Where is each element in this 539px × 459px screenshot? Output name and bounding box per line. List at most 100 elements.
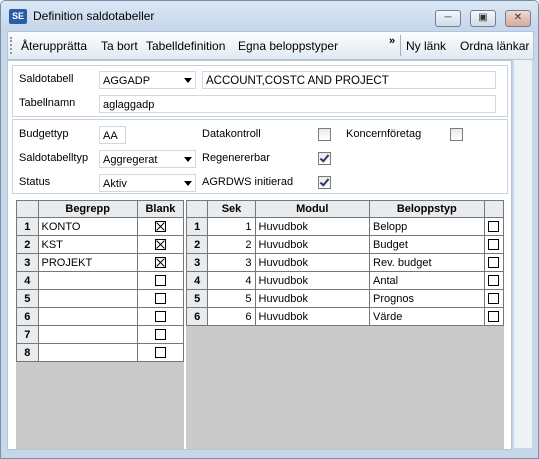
begrepp-cell[interactable]: KST: [37, 235, 138, 254]
blank-cell[interactable]: [136, 325, 185, 344]
begrepp-cell[interactable]: [37, 271, 138, 290]
check-cell[interactable]: [483, 235, 505, 254]
toolbar-grip[interactable]: [10, 37, 15, 54]
modul-cell[interactable]: Huvudbok: [254, 271, 371, 290]
table-row[interactable]: 6: [16, 307, 185, 326]
modul-cell[interactable]: Huvudbok: [254, 289, 371, 308]
row-number[interactable]: 8: [16, 343, 39, 362]
maximize-button[interactable]: ▣: [470, 10, 496, 27]
restore-button[interactable]: Återupprätta: [21, 39, 87, 53]
blank-checkbox[interactable]: [154, 221, 166, 233]
table-row[interactable]: 5 5 Huvudbok Prognos: [185, 289, 505, 308]
agrdws-checkbox[interactable]: [318, 176, 331, 189]
blank-checkbox[interactable]: [154, 329, 166, 341]
begrepp-cell[interactable]: [37, 307, 138, 326]
check-cell[interactable]: [483, 307, 505, 326]
blank-cell[interactable]: [136, 343, 185, 362]
row-number[interactable]: 7: [16, 325, 39, 344]
table-row[interactable]: 4 4 Huvudbok Antal: [185, 271, 505, 290]
beloppstyp-cell[interactable]: Belopp: [369, 217, 485, 236]
beloppstyp-cell[interactable]: Värde: [369, 307, 485, 326]
saldotabelltyp-dropdown[interactable]: Aggregerat: [99, 150, 196, 168]
regenererbar-checkbox[interactable]: [318, 152, 331, 165]
row-number[interactable]: 2: [16, 235, 39, 254]
modul-cell[interactable]: Huvudbok: [254, 307, 371, 326]
beloppstyp-cell[interactable]: Budget: [369, 235, 485, 254]
beloppstyp-column-header[interactable]: Beloppstyp: [369, 200, 485, 218]
table-row[interactable]: 4: [16, 271, 185, 290]
table-row[interactable]: 2 KST: [16, 235, 185, 254]
begrepp-cell[interactable]: [37, 289, 138, 308]
blank-cell[interactable]: [136, 253, 185, 272]
blank-cell[interactable]: [136, 307, 185, 326]
row-checkbox[interactable]: [488, 239, 500, 251]
check-cell[interactable]: [483, 271, 505, 290]
row-number[interactable]: 5: [16, 289, 39, 308]
description-field[interactable]: ACCOUNT,COSTC AND PROJECT: [202, 71, 496, 89]
blank-cell[interactable]: [136, 271, 185, 290]
modul-cell[interactable]: Huvudbok: [254, 253, 371, 272]
blank-checkbox[interactable]: [154, 347, 166, 359]
beloppstyp-cell[interactable]: Rev. budget: [369, 253, 485, 272]
modul-cell[interactable]: Huvudbok: [254, 217, 371, 236]
sek-cell[interactable]: 1: [207, 217, 256, 236]
arrange-links-button[interactable]: Ordna länkar: [460, 39, 529, 53]
budgettyp-field[interactable]: AA: [99, 126, 126, 144]
modul-cell[interactable]: Huvudbok: [254, 235, 371, 254]
modul-column-header[interactable]: Modul: [254, 200, 371, 218]
blank-checkbox[interactable]: [154, 275, 166, 287]
row-number[interactable]: 4: [16, 271, 39, 290]
sek-cell[interactable]: 2: [207, 235, 256, 254]
toolbar-overflow-icon[interactable]: »: [389, 35, 395, 47]
blank-checkbox[interactable]: [154, 257, 166, 269]
row-number[interactable]: 2: [185, 235, 209, 254]
table-row[interactable]: 5: [16, 289, 185, 308]
blank-checkbox[interactable]: [154, 293, 166, 305]
saldotabell-dropdown[interactable]: AGGADP: [99, 71, 196, 89]
tabellnamn-field[interactable]: aglaggadp: [99, 95, 496, 113]
sek-cell[interactable]: 3: [207, 253, 256, 272]
table-row[interactable]: 3 3 Huvudbok Rev. budget: [185, 253, 505, 272]
sek-column-header[interactable]: Sek: [207, 200, 256, 218]
status-dropdown[interactable]: Aktiv: [99, 174, 196, 192]
beloppstyp-cell[interactable]: Prognos: [369, 289, 485, 308]
table-row[interactable]: 1 KONTO: [16, 217, 185, 236]
row-number[interactable]: 5: [185, 289, 209, 308]
row-checkbox[interactable]: [488, 293, 500, 305]
blank-checkbox[interactable]: [154, 239, 166, 251]
row-number[interactable]: 6: [185, 307, 209, 326]
begrepp-cell[interactable]: PROJEKT: [37, 253, 138, 272]
check-cell[interactable]: [483, 253, 505, 272]
check-cell[interactable]: [483, 289, 505, 308]
check-cell[interactable]: [483, 217, 505, 236]
sek-cell[interactable]: 6: [207, 307, 256, 326]
begrepp-cell[interactable]: KONTO: [37, 217, 138, 236]
table-row[interactable]: 1 1 Huvudbok Belopp: [185, 217, 505, 236]
table-row[interactable]: 6 6 Huvudbok Värde: [185, 307, 505, 326]
row-number[interactable]: 4: [185, 271, 209, 290]
table-definition-button[interactable]: Tabelldefinition: [146, 39, 225, 53]
blank-column-header[interactable]: Blank: [136, 200, 185, 218]
table-row[interactable]: 3 PROJEKT: [16, 253, 185, 272]
row-number[interactable]: 6: [16, 307, 39, 326]
own-amount-types-button[interactable]: Egna beloppstyper: [238, 39, 338, 53]
blank-cell[interactable]: [136, 289, 185, 308]
close-button[interactable]: ✕: [505, 10, 531, 27]
new-link-button[interactable]: Ny länk: [406, 39, 446, 53]
row-number[interactable]: 1: [185, 217, 209, 236]
row-number[interactable]: 3: [185, 253, 209, 272]
blank-cell[interactable]: [136, 235, 185, 254]
table-row[interactable]: 2 2 Huvudbok Budget: [185, 235, 505, 254]
beloppstyp-cell[interactable]: Antal: [369, 271, 485, 290]
row-checkbox[interactable]: [488, 275, 500, 287]
row-number[interactable]: 1: [16, 217, 39, 236]
row-checkbox[interactable]: [488, 257, 500, 269]
begrepp-cell[interactable]: [37, 343, 138, 362]
blank-checkbox[interactable]: [154, 311, 166, 323]
sek-cell[interactable]: 4: [207, 271, 256, 290]
datakontroll-checkbox[interactable]: [318, 128, 331, 141]
begrepp-column-header[interactable]: Begrepp: [37, 200, 138, 218]
delete-button[interactable]: Ta bort: [101, 39, 138, 53]
begrepp-cell[interactable]: [37, 325, 138, 344]
row-number[interactable]: 3: [16, 253, 39, 272]
